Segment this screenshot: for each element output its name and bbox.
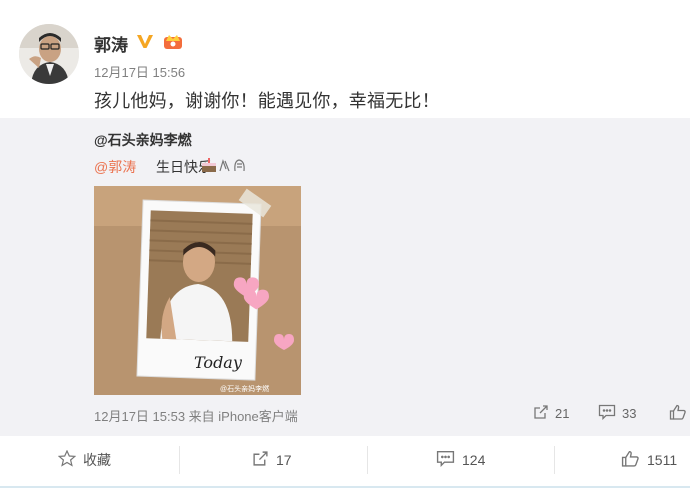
post-timestamp[interactable]: 12月17日 15:56 bbox=[94, 62, 185, 81]
repost-image[interactable]: Today @石头亲妈李燃 bbox=[94, 186, 301, 395]
comment-icon bbox=[436, 450, 455, 470]
emoji-group bbox=[201, 155, 249, 180]
action-divider bbox=[179, 446, 180, 474]
comment-icon bbox=[598, 404, 616, 423]
avatar-image bbox=[19, 24, 79, 84]
share-button[interactable]: 17 bbox=[252, 450, 292, 470]
image-caption: Today bbox=[194, 353, 243, 372]
favorite-button[interactable]: 收藏 bbox=[57, 449, 111, 470]
clap-emoji-icon bbox=[219, 159, 245, 172]
verified-icon bbox=[136, 33, 154, 54]
post-text: 孩儿他妈，谢谢你！能遇见你，幸福无比！ bbox=[94, 91, 440, 111]
member-crown-icon[interactable] bbox=[163, 32, 183, 55]
like-button[interactable]: 1511 bbox=[621, 450, 677, 470]
comment-button[interactable]: 124 bbox=[436, 450, 485, 470]
action-divider bbox=[554, 446, 555, 474]
repost-share-button[interactable]: 21 bbox=[533, 404, 569, 423]
mention-link[interactable]: @郭涛 bbox=[94, 157, 136, 177]
repost-time-source[interactable]: 12月17日 15:53 来自 iPhone客户端 bbox=[94, 406, 298, 425]
repost-comment-button[interactable]: 33 bbox=[598, 404, 636, 423]
share-count: 17 bbox=[276, 452, 292, 468]
like-count: 1511 bbox=[647, 452, 678, 468]
like-icon bbox=[669, 404, 687, 423]
author-name[interactable]: 郭涛 bbox=[94, 31, 128, 56]
image-watermark: @石头亲妈李燃 bbox=[220, 384, 269, 393]
star-icon bbox=[57, 449, 77, 470]
like-icon bbox=[621, 450, 640, 470]
cake-emoji-icon bbox=[202, 158, 216, 172]
repost-comment-count: 33 bbox=[622, 406, 637, 421]
action-divider bbox=[367, 446, 368, 474]
author-avatar[interactable] bbox=[19, 24, 79, 84]
share-icon bbox=[252, 450, 269, 470]
original-author-link[interactable]: @石头亲妈李燃 bbox=[94, 130, 192, 150]
comment-count: 124 bbox=[462, 452, 486, 468]
share-icon bbox=[533, 404, 549, 423]
favorite-label: 收藏 bbox=[83, 452, 111, 468]
repost-share-count: 21 bbox=[555, 406, 570, 421]
repost-like-button[interactable] bbox=[669, 404, 690, 423]
